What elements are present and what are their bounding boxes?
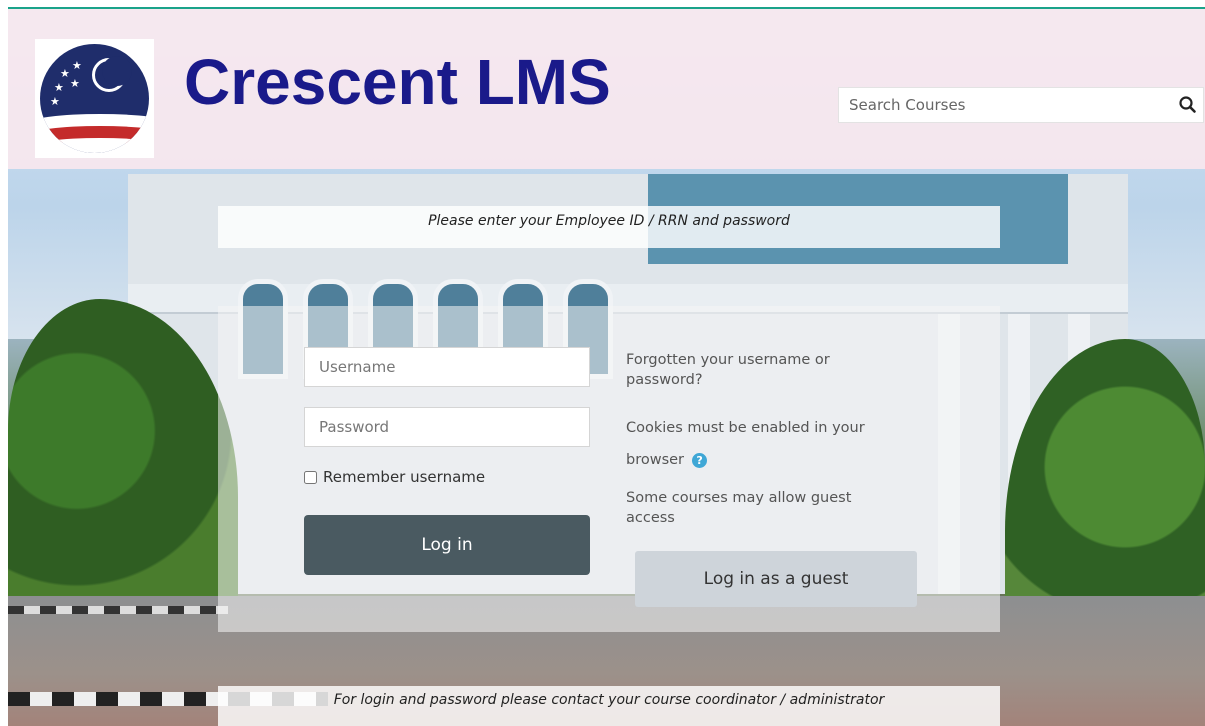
star-icon: ★	[70, 77, 80, 90]
search-icon[interactable]	[1177, 94, 1199, 116]
remember-username[interactable]: Remember username	[304, 466, 485, 488]
contact-notice: For login and password please contact yo…	[218, 686, 1000, 726]
remember-username-label: Remember username	[323, 468, 486, 486]
cookies-notice: Cookies must be enabled in your browser?	[626, 412, 906, 476]
star-icon: ★	[60, 67, 70, 80]
curb-stripe	[8, 606, 228, 614]
logo-wave	[40, 138, 149, 153]
remember-username-checkbox[interactable]	[304, 470, 317, 484]
login-instructions: Please enter your Employee ID / RRN and …	[218, 206, 1000, 248]
crescent-moon-cut	[102, 56, 132, 86]
help-icon[interactable]: ?	[692, 452, 708, 468]
star-icon: ★	[54, 81, 64, 94]
guest-access-note: Some courses may allow guest access	[626, 490, 852, 526]
cookies-notice-text: Cookies must be enabled in your browser	[626, 420, 865, 468]
username-field[interactable]	[304, 347, 590, 387]
password-field[interactable]	[304, 407, 590, 447]
search-box	[838, 87, 1204, 123]
star-icon: ★	[50, 95, 60, 108]
guest-login-button[interactable]: Log in as a guest	[635, 551, 917, 607]
site-title[interactable]: Crescent LMS	[184, 45, 611, 119]
site-logo[interactable]: ★ ★ ★ ★ ★	[35, 39, 154, 158]
login-button[interactable]: Log in	[304, 515, 590, 575]
star-icon: ★	[72, 59, 82, 72]
search-input[interactable]	[839, 88, 1159, 122]
logo-emblem: ★ ★ ★ ★ ★	[40, 44, 149, 153]
login-panel: Remember username Log in Forgotten your …	[218, 306, 1000, 632]
forgot-password-link[interactable]: Forgotten your username or password?	[626, 350, 886, 390]
